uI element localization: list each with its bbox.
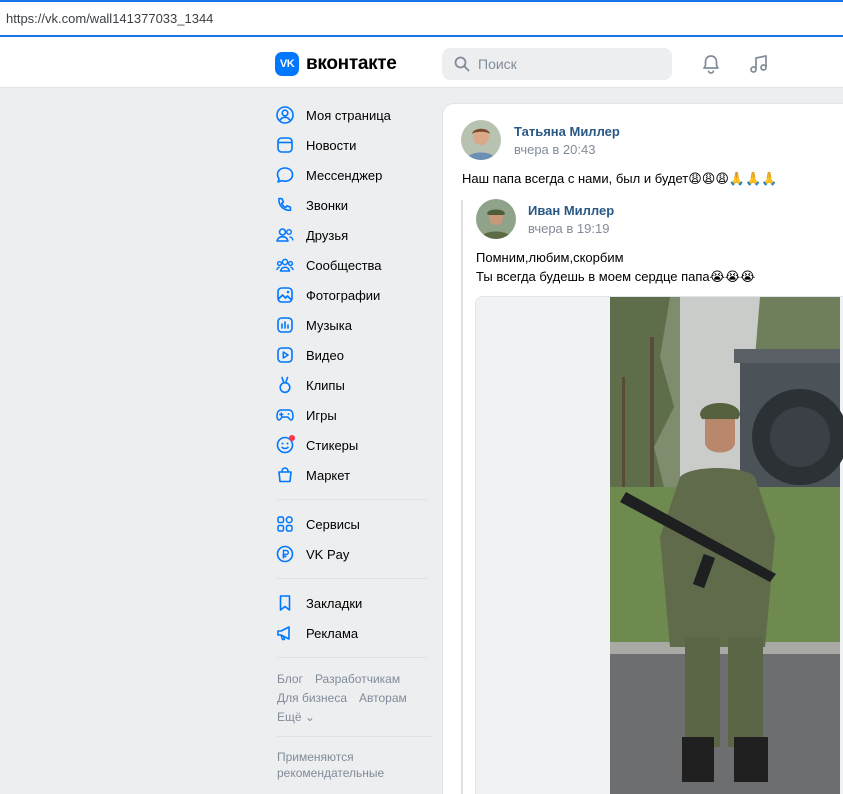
photo-icon [275, 285, 295, 305]
gamepad-icon [275, 405, 295, 425]
repost-author-name[interactable]: Иван Миллер [528, 203, 614, 218]
search-input[interactable] [478, 56, 658, 72]
repost-author-avatar[interactable] [476, 199, 516, 239]
sidebar-item-label: Звонки [306, 197, 348, 213]
post-author-name[interactable]: Татьяна Миллер [514, 124, 620, 139]
sidebar-item-3-group1[interactable]: Звонки [275, 190, 435, 220]
sidebar-item-1-group3[interactable]: Реклама [275, 618, 435, 648]
footer-link-more[interactable]: Ещё ⌄ [277, 710, 315, 724]
search-icon [454, 56, 470, 72]
sidebar-item-label: Закладки [306, 595, 363, 611]
sidebar-item-0-group3[interactable]: Закладки [275, 588, 435, 618]
repost-text-line1: Помним,любим,скорбим [476, 250, 624, 265]
sidebar-item-0-group2[interactable]: Сервисы [275, 509, 435, 539]
repost-time[interactable]: вчера в 19:19 [528, 221, 609, 236]
services-icon [275, 514, 295, 534]
sidebar-item-label: VK Pay [306, 546, 350, 562]
sidebar-item-9-group1[interactable]: Клипы [275, 370, 435, 400]
sidebar-item-label: Фотографии [306, 287, 381, 303]
vk-logo[interactable]: VK вконтакте [275, 52, 397, 76]
sidebar-item-12-group1[interactable]: Маркет [275, 460, 435, 490]
footer-note-line2: рекомендательные [277, 766, 385, 780]
sidebar-item-label: Сервисы [306, 516, 360, 532]
repost-indicator-line [461, 200, 463, 794]
nav-divider [277, 578, 427, 579]
sidebar-footer: Блог Разработчикам Для бизнеса Авторам Е… [275, 669, 435, 781]
soldier-photo-image [476, 297, 843, 794]
vk-header: VK вконтакте [0, 40, 843, 88]
post-text: Наш папа всегда с нами, был и будет😩😩😩🙏🙏… [462, 171, 778, 186]
footer-link-authors[interactable]: Авторам [359, 691, 407, 705]
footer-link-blog[interactable]: Блог [277, 672, 303, 686]
post-photo[interactable] [475, 296, 843, 794]
sidebar-item-10-group1[interactable]: Игры [275, 400, 435, 430]
footer-note-line1: Применяются [277, 750, 354, 764]
sidebar-item-1-group1[interactable]: Новости [275, 130, 435, 160]
video-icon [275, 345, 295, 365]
sidebar-item-5-group1[interactable]: Сообщества [275, 250, 435, 280]
sidebar-item-label: Стикеры [306, 437, 359, 453]
nav-divider [277, 499, 427, 500]
sidebar-item-label: Реклама [306, 625, 359, 641]
message-icon [275, 165, 295, 185]
sticker-icon [275, 435, 295, 455]
search-box[interactable] [442, 48, 672, 80]
url-text[interactable]: https://vk.com/wall141377033_1344 [6, 11, 213, 26]
browser-address-bar[interactable]: https://vk.com/wall141377033_1344 [0, 0, 843, 37]
sidebar-item-label: Маркет [306, 467, 351, 483]
sidebar-item-label: Моя страница [306, 107, 391, 123]
nav-group-extra: Закладки Реклама [275, 588, 435, 648]
megaphone-icon [275, 623, 295, 643]
communities-icon [275, 255, 295, 275]
sidebar-item-label: Мессенджер [306, 167, 383, 183]
sidebar-item-7-group1[interactable]: Музыка [275, 310, 435, 340]
clips-icon [275, 375, 295, 395]
footer-note[interactable]: Применяются рекомендательные [277, 749, 435, 781]
vk-logo-mark: VK [275, 52, 299, 76]
repost-text-line2: Ты всегда будешь в моем сердце папа😭😭😭 [476, 269, 756, 284]
vk-logo-text: вконтакте [306, 53, 397, 74]
nav-divider [277, 736, 432, 737]
sidebar-item-1-group2[interactable]: VK Pay [275, 539, 435, 569]
bookmark-icon [275, 593, 295, 613]
sidebar-item-2-group1[interactable]: Мессенджер [275, 160, 435, 190]
left-sidebar: Моя страница Новости Мессенджер Звонки Друзь… [275, 100, 435, 781]
music-icon [275, 315, 295, 335]
bell-icon[interactable] [699, 52, 723, 76]
sidebar-item-8-group1[interactable]: Видео [275, 340, 435, 370]
music-icon[interactable] [747, 52, 771, 76]
ruble-icon [275, 544, 295, 564]
nav-group-main: Моя страница Новости Мессенджер Звонки Друзь… [275, 100, 435, 490]
footer-link-business[interactable]: Для бизнеса [277, 691, 347, 705]
sidebar-item-label: Видео [306, 347, 344, 363]
sidebar-item-6-group1[interactable]: Фотографии [275, 280, 435, 310]
sidebar-item-label: Игры [306, 407, 337, 423]
sidebar-item-0-group1[interactable]: Моя страница [275, 100, 435, 130]
user-circle-icon [275, 105, 295, 125]
phone-icon [275, 195, 295, 215]
sidebar-item-label: Сообщества [306, 257, 382, 273]
nav-group-services: Сервисы VK Pay [275, 509, 435, 569]
bag-icon [275, 465, 295, 485]
nav-divider [277, 657, 427, 658]
friends-icon [275, 225, 295, 245]
author-avatar[interactable] [461, 120, 501, 160]
sidebar-item-4-group1[interactable]: Друзья [275, 220, 435, 250]
news-icon [275, 135, 295, 155]
sidebar-item-label: Клипы [306, 377, 345, 393]
sidebar-item-label: Друзья [306, 227, 349, 243]
sidebar-item-label: Новости [306, 137, 357, 153]
sidebar-item-label: Музыка [306, 317, 352, 333]
sidebar-item-11-group1[interactable]: Стикеры [275, 430, 435, 460]
notification-dot [289, 435, 295, 441]
footer-link-developers[interactable]: Разработчикам [315, 672, 400, 686]
post-time[interactable]: вчера в 20:43 [514, 142, 595, 157]
